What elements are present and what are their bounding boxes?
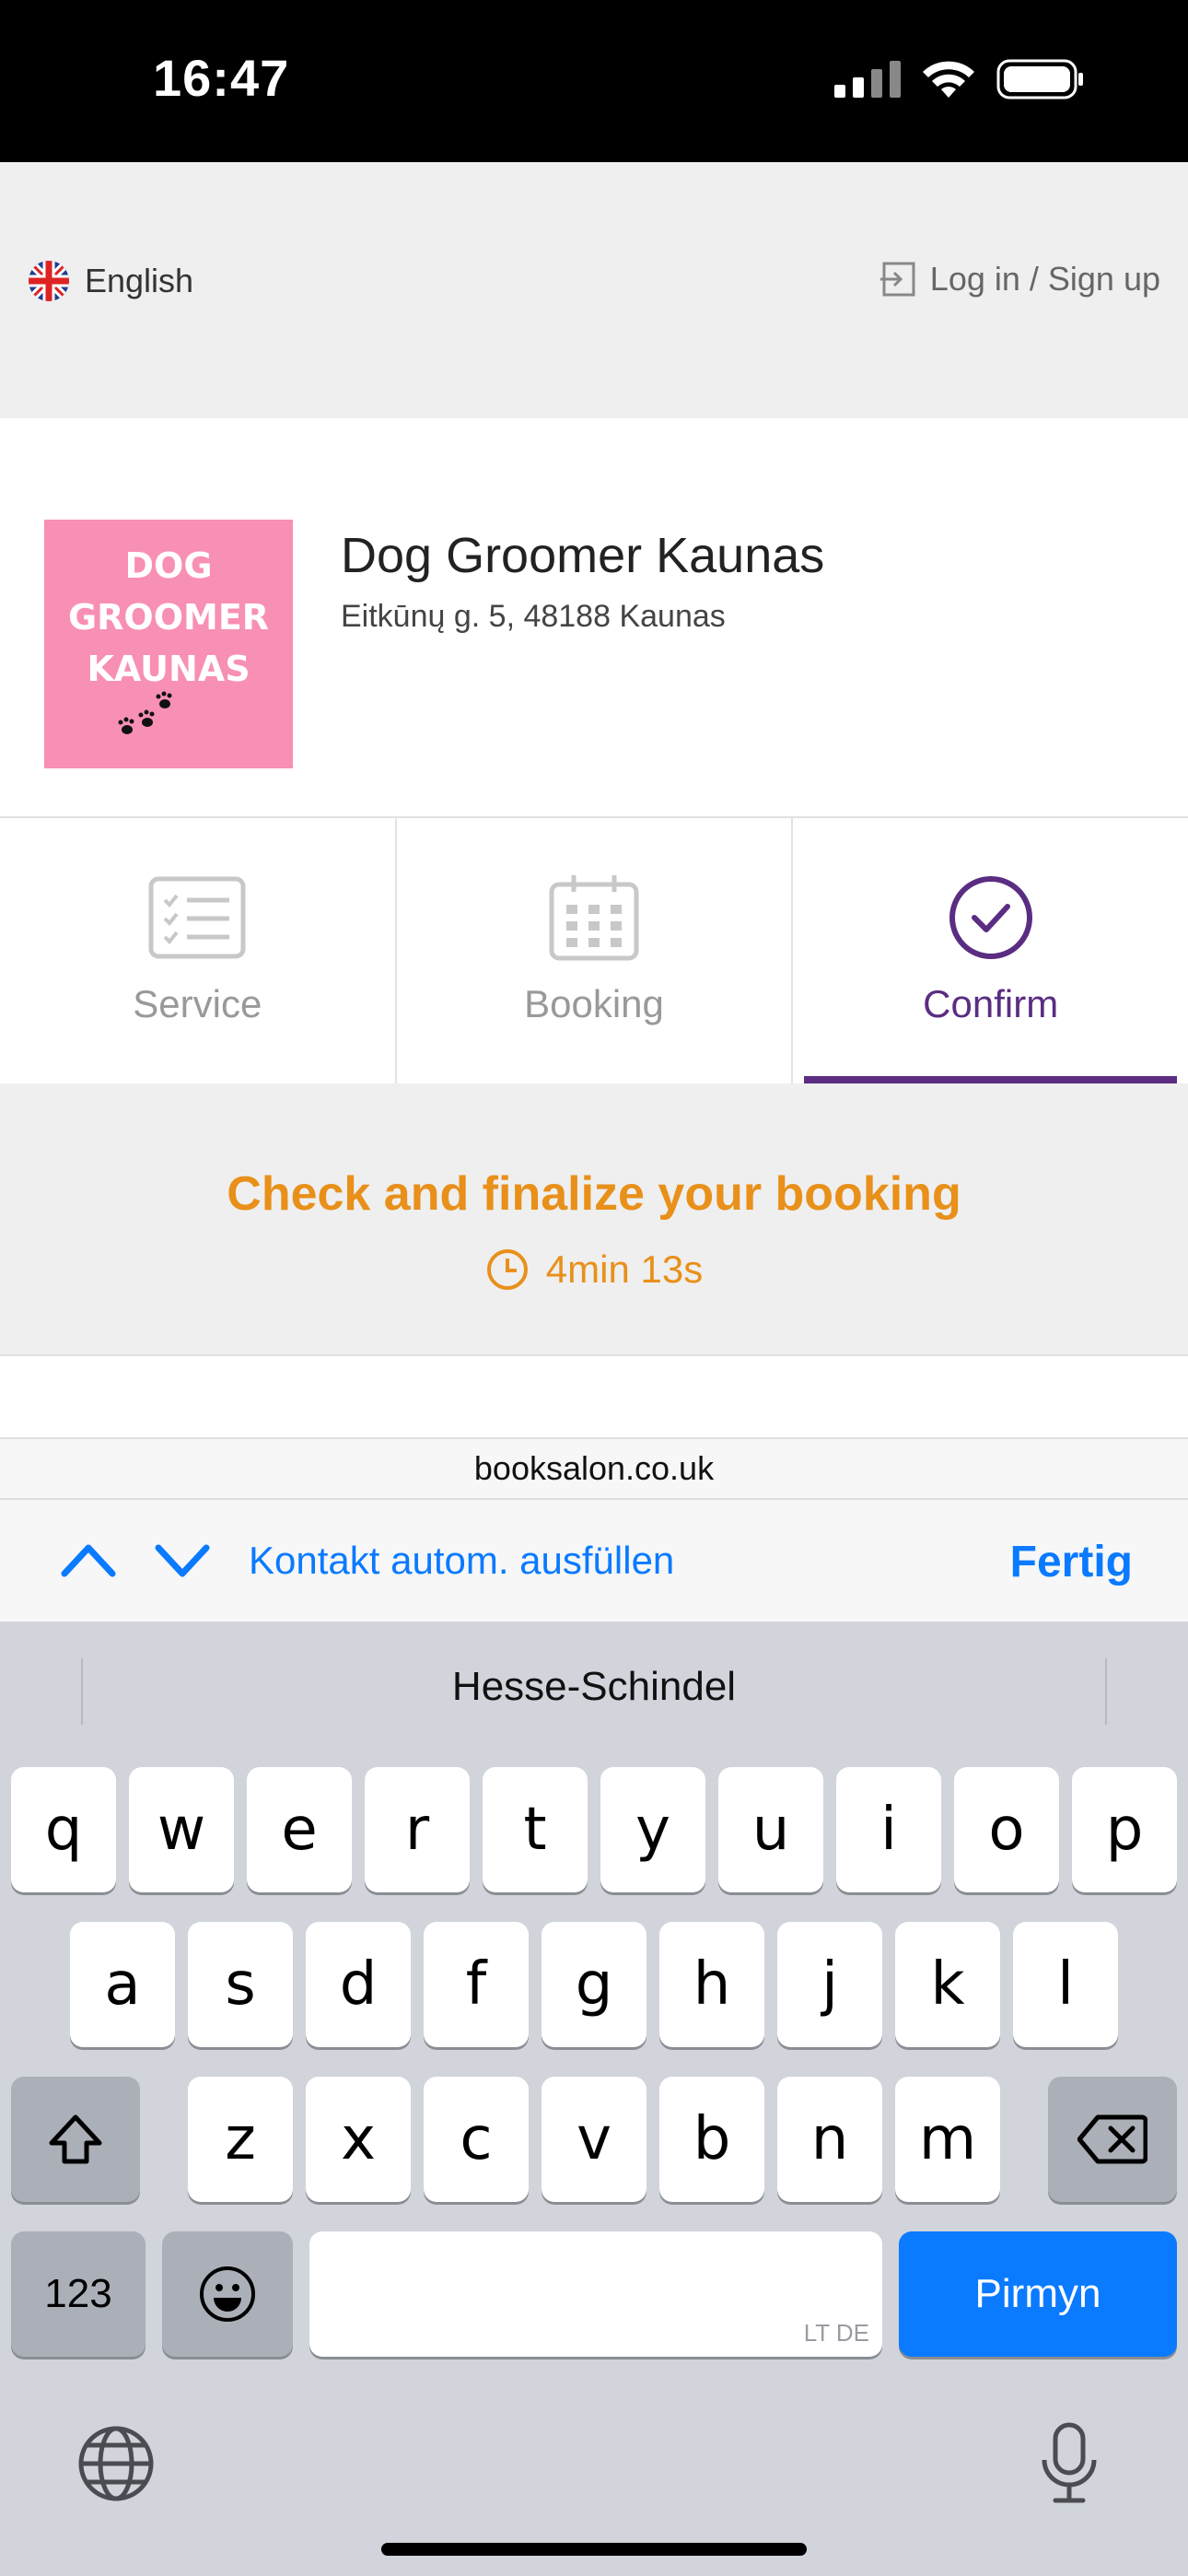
finalize-title: Check and finalize your booking — [227, 1167, 961, 1221]
home-indicator — [381, 2543, 807, 2556]
shift-key[interactable] — [11, 2077, 140, 2202]
wifi-icon — [923, 61, 974, 98]
battery-icon — [996, 59, 1083, 100]
check-circle-icon — [949, 876, 1032, 959]
language-label: English — [85, 262, 194, 299]
top-bar: English Log in / Sign up — [0, 162, 1188, 418]
key-l[interactable]: l — [1013, 1922, 1118, 2047]
key-j[interactable]: j — [777, 1922, 882, 2047]
go-key[interactable]: Pirmyn — [899, 2231, 1177, 2357]
key-k[interactable]: k — [895, 1922, 1000, 2047]
uk-flag-icon — [29, 261, 69, 301]
key-y[interactable]: y — [600, 1767, 705, 1892]
step-label: Confirm — [923, 982, 1059, 1025]
calendar-icon — [549, 875, 639, 961]
key-b[interactable]: b — [659, 2077, 764, 2202]
salon-card: DOG GROOMER KAUNAS Dog Groomer Kaunas Ei… — [0, 418, 1188, 818]
key-x[interactable]: x — [306, 2077, 411, 2202]
key-t[interactable]: t — [483, 1767, 588, 1892]
suggestion-word[interactable]: Hesse-Schindel — [0, 1664, 1188, 1710]
backspace-key[interactable] — [1048, 2077, 1177, 2202]
booking-timer: 4min 13s — [0, 1247, 1188, 1292]
step-label: Service — [133, 982, 262, 1025]
keyboard: Hesse-Schindel q w e r t y u i o p a s d… — [0, 1622, 1188, 2576]
chevron-up-icon[interactable] — [59, 1537, 118, 1583]
key-z[interactable]: z — [188, 2077, 293, 2202]
step-label: Booking — [524, 982, 664, 1025]
done-button[interactable]: Fertig — [1010, 1537, 1133, 1587]
chevron-down-icon[interactable] — [153, 1537, 212, 1583]
key-q[interactable]: q — [11, 1767, 116, 1892]
key-a[interactable]: a — [70, 1922, 175, 2047]
key-f[interactable]: f — [424, 1922, 529, 2047]
list-icon — [148, 876, 246, 959]
suggestion-bar: Hesse-Schindel — [0, 1622, 1188, 1760]
emoji-icon — [200, 2266, 255, 2322]
keyboard-accessory-bar: Kontakt autom. ausfüllen Fertig — [0, 1498, 1188, 1622]
space-key[interactable]: LT DE — [309, 2231, 882, 2357]
browser-url[interactable]: booksalon.co.uk — [0, 1439, 1188, 1498]
shift-icon — [49, 2114, 102, 2164]
status-time: 16:47 — [153, 49, 290, 107]
key-m[interactable]: m — [895, 2077, 1000, 2202]
step-confirm[interactable]: Confirm — [793, 818, 1188, 1083]
form-field-strip[interactable] — [0, 1354, 1188, 1439]
language-selector[interactable]: English — [28, 260, 193, 302]
key-i[interactable]: i — [836, 1767, 941, 1892]
active-step-indicator — [804, 1076, 1178, 1083]
paw-prints-icon — [118, 691, 172, 734]
step-booking[interactable]: Booking — [397, 818, 794, 1083]
key-p[interactable]: p — [1072, 1767, 1177, 1892]
autofill-contact-button[interactable]: Kontakt autom. ausfüllen — [249, 1539, 674, 1583]
clock-icon — [486, 1249, 528, 1290]
backspace-icon — [1077, 2114, 1147, 2164]
status-icons — [834, 59, 1085, 100]
key-w[interactable]: w — [129, 1767, 234, 1892]
key-n[interactable]: n — [777, 2077, 882, 2202]
numbers-key[interactable]: 123 — [11, 2231, 146, 2357]
login-label: Log in / Sign up — [929, 260, 1160, 298]
key-g[interactable]: g — [542, 1922, 646, 2047]
key-v[interactable]: v — [542, 2077, 646, 2202]
salon-address: Eitkūnų g. 5, 48188 Kaunas — [341, 599, 726, 634]
salon-logo: DOG GROOMER KAUNAS — [44, 520, 293, 768]
login-link[interactable]: Log in / Sign up — [879, 260, 1160, 299]
emoji-key[interactable] — [162, 2231, 293, 2357]
login-icon — [879, 262, 915, 297]
key-r[interactable]: r — [365, 1767, 470, 1892]
key-e[interactable]: e — [247, 1767, 352, 1892]
key-o[interactable]: o — [954, 1767, 1059, 1892]
keyboard-languages: LT DE — [803, 2319, 869, 2347]
globe-icon[interactable] — [77, 2425, 155, 2502]
booking-steps: Service Booking Confirm — [0, 818, 1188, 1083]
key-d[interactable]: d — [306, 1922, 411, 2047]
cellular-signal-icon — [834, 61, 901, 98]
salon-name: Dog Groomer Kaunas — [341, 528, 825, 583]
step-service[interactable]: Service — [0, 818, 397, 1083]
key-h[interactable]: h — [659, 1922, 764, 2047]
finalize-section: Check and finalize your booking 4min 13s — [0, 1083, 1188, 1354]
key-s[interactable]: s — [188, 1922, 293, 2047]
timer-value: 4min 13s — [545, 1247, 704, 1291]
key-u[interactable]: u — [718, 1767, 823, 1892]
microphone-icon[interactable] — [1037, 2421, 1101, 2504]
key-c[interactable]: c — [424, 2077, 529, 2202]
status-bar: 16:47 — [0, 0, 1188, 162]
